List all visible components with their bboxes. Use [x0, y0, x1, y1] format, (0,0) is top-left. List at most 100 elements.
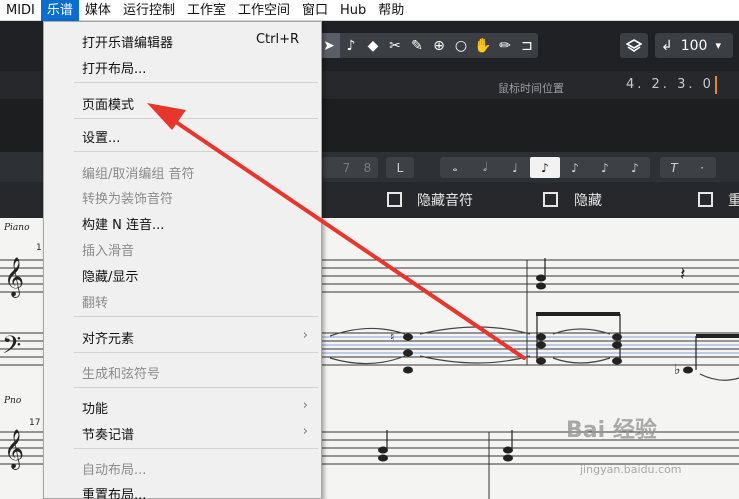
menu-item-label: 节奏记谱: [82, 428, 135, 443]
text-button[interactable]: T: [660, 157, 688, 178]
menu-item-label: 页面模式: [82, 98, 135, 113]
hand-icon[interactable]: ✋: [472, 33, 494, 58]
note-icon[interactable]: ♪: [340, 33, 362, 58]
tempo-icon: ↲: [661, 37, 673, 54]
score-menu-dropdown: 打开乐谱编辑器 Ctrl+R 打开布局... 页面模式 设置... 编组/取消编…: [43, 21, 322, 499]
menu-item-open-score-editor[interactable]: 打开乐谱编辑器 Ctrl+R: [44, 28, 321, 52]
svg-text:𝄞: 𝄞: [4, 257, 24, 298]
menu-separator: [74, 352, 318, 353]
menu-item-generate-chords[interactable]: 生成和弦符号: [44, 359, 321, 383]
tempo-value: 100: [680, 37, 708, 54]
search-icon[interactable]: ○: [450, 33, 472, 58]
menu-item-align-elements[interactable]: 对齐元素 ›: [44, 324, 321, 348]
tuplet-group: 7 8: [322, 157, 378, 178]
tuplet-8-button[interactable]: 8: [357, 157, 378, 178]
half-note-button[interactable]: 𝅗𝅥: [470, 157, 500, 178]
hide-checkbox[interactable]: [543, 192, 558, 207]
tool-group: ➤ ♪ ◆ ✂ ✎ ⊕ ○ ✋ ✏ ⊐: [318, 33, 538, 58]
menu-item-label: 重置布局...: [82, 488, 147, 499]
pencil-icon[interactable]: ✏: [494, 33, 516, 58]
whole-note-button[interactable]: 𝅝: [440, 157, 470, 178]
menu-separator: [74, 118, 318, 119]
view-mode-button[interactable]: [620, 33, 648, 58]
menu-transport[interactable]: 运行控制: [117, 0, 181, 21]
menu-hub[interactable]: Hub: [334, 0, 372, 21]
menu-item-label: 打开乐谱编辑器: [82, 36, 174, 51]
menu-item-label: 转换为装饰音符: [82, 192, 174, 207]
menu-item-functions[interactable]: 功能 ›: [44, 394, 321, 418]
mouse-time-label: 鼠标时间位置: [498, 82, 564, 95]
menu-item-auto-layout[interactable]: 自动布局...: [44, 455, 321, 479]
menu-workspaces[interactable]: 工作空间: [232, 0, 296, 21]
menu-studio[interactable]: 工作室: [181, 0, 232, 21]
dot-button[interactable]: ·: [688, 157, 716, 178]
sixteenth-note-button[interactable]: ♪: [560, 157, 590, 178]
menu-item-insert-slur[interactable]: 插入滑音: [44, 236, 321, 260]
chevron-right-icon: ›: [302, 424, 308, 439]
menu-help[interactable]: 帮助: [372, 0, 410, 21]
svg-text:𝄽: 𝄽: [680, 264, 686, 285]
svg-text:𝄢: 𝄢: [2, 331, 21, 366]
menu-item-label: 隐藏/显示: [82, 270, 139, 285]
menu-bar: MIDI 乐谱 媒体 运行控制 工作室 工作空间 窗口 Hub 帮助: [0, 0, 739, 21]
menu-item-label: 构建 N 连音...: [82, 218, 165, 233]
menu-item-label: 编组/取消编组 音符: [82, 167, 195, 182]
text-group: T ·: [660, 157, 716, 178]
divider: [715, 76, 717, 94]
split-icon[interactable]: ⊐: [516, 33, 538, 58]
watermark: Bai 经验: [566, 418, 657, 443]
menu-item-label: 自动布局...: [82, 463, 147, 478]
menu-item-open-layout[interactable]: 打开布局...: [44, 54, 321, 78]
menu-item-label: 翻转: [82, 296, 109, 311]
hide-notes-label: 隐藏音符: [417, 193, 473, 209]
menu-score[interactable]: 乐谱: [40, 0, 79, 21]
menu-item-label: 打开布局...: [82, 62, 147, 77]
scissors-icon[interactable]: ✂: [384, 33, 406, 58]
menu-item-hide-show[interactable]: 隐藏/显示: [44, 262, 321, 286]
menu-item-label: 设置...: [82, 131, 121, 146]
menu-item-group-notes[interactable]: 编组/取消编组 音符: [44, 159, 321, 183]
menu-midi[interactable]: MIDI: [0, 0, 41, 21]
menu-item-build-tuplet[interactable]: 构建 N 连音...: [44, 210, 321, 234]
sixtyfourth-note-button[interactable]: ♪: [620, 157, 650, 178]
eraser-icon[interactable]: ◆: [362, 33, 384, 58]
tuplet-7-button[interactable]: 7: [336, 157, 357, 178]
menu-window[interactable]: 窗口: [296, 0, 334, 21]
menu-item-convert-grace[interactable]: 转换为装饰音符: [44, 184, 321, 208]
menu-item-flip[interactable]: 翻转: [44, 288, 321, 312]
svg-text:♮: ♮: [390, 330, 394, 344]
menu-item-reset-layout[interactable]: 重置布局...: [44, 480, 321, 499]
chevron-right-icon: ›: [302, 398, 308, 413]
menu-separator: [74, 387, 318, 388]
menu-item-label: 对齐元素: [82, 332, 135, 347]
quarter-note-button[interactable]: ♩: [500, 157, 530, 178]
l-label: L: [396, 160, 404, 175]
eighth-note-button[interactable]: ♪: [530, 157, 560, 178]
note-length-group: 𝅝 𝅗𝅥 ♩ ♪ ♪ ♪ ♪: [440, 157, 650, 178]
option-label: 重: [728, 193, 739, 209]
tempo-control[interactable]: ↲ 100 ▾: [655, 33, 733, 58]
watermark-url: jingyan.baidu.com: [580, 463, 682, 476]
layers-icon: [626, 38, 642, 52]
mouse-time-value: 4. 2. 3. 0: [626, 77, 714, 92]
l-button[interactable]: L: [386, 157, 414, 178]
menu-item-settings[interactable]: 设置...: [44, 123, 321, 147]
menu-item-rhythm-notation[interactable]: 节奏记谱 ›: [44, 420, 321, 444]
hide-label: 隐藏: [574, 193, 602, 209]
menu-media[interactable]: 媒体: [79, 0, 117, 21]
svg-text:♭: ♭: [674, 362, 681, 378]
menu-item-page-mode[interactable]: 页面模式: [44, 90, 321, 114]
menu-separator: [74, 151, 318, 152]
menu-item-label: 生成和弦符号: [82, 367, 161, 382]
svg-text:𝄞: 𝄞: [4, 429, 24, 470]
menu-separator: [74, 448, 318, 449]
hide-notes-checkbox[interactable]: [387, 192, 402, 207]
menu-separator: [74, 82, 318, 83]
chevron-down-icon: ▾: [715, 39, 721, 52]
option-checkbox[interactable]: [698, 192, 713, 207]
thirtysecond-note-button[interactable]: ♪: [590, 157, 620, 178]
zoom-icon[interactable]: ⊕: [428, 33, 450, 58]
chevron-right-icon: ›: [302, 328, 308, 343]
glue-icon[interactable]: ✎: [406, 33, 428, 58]
